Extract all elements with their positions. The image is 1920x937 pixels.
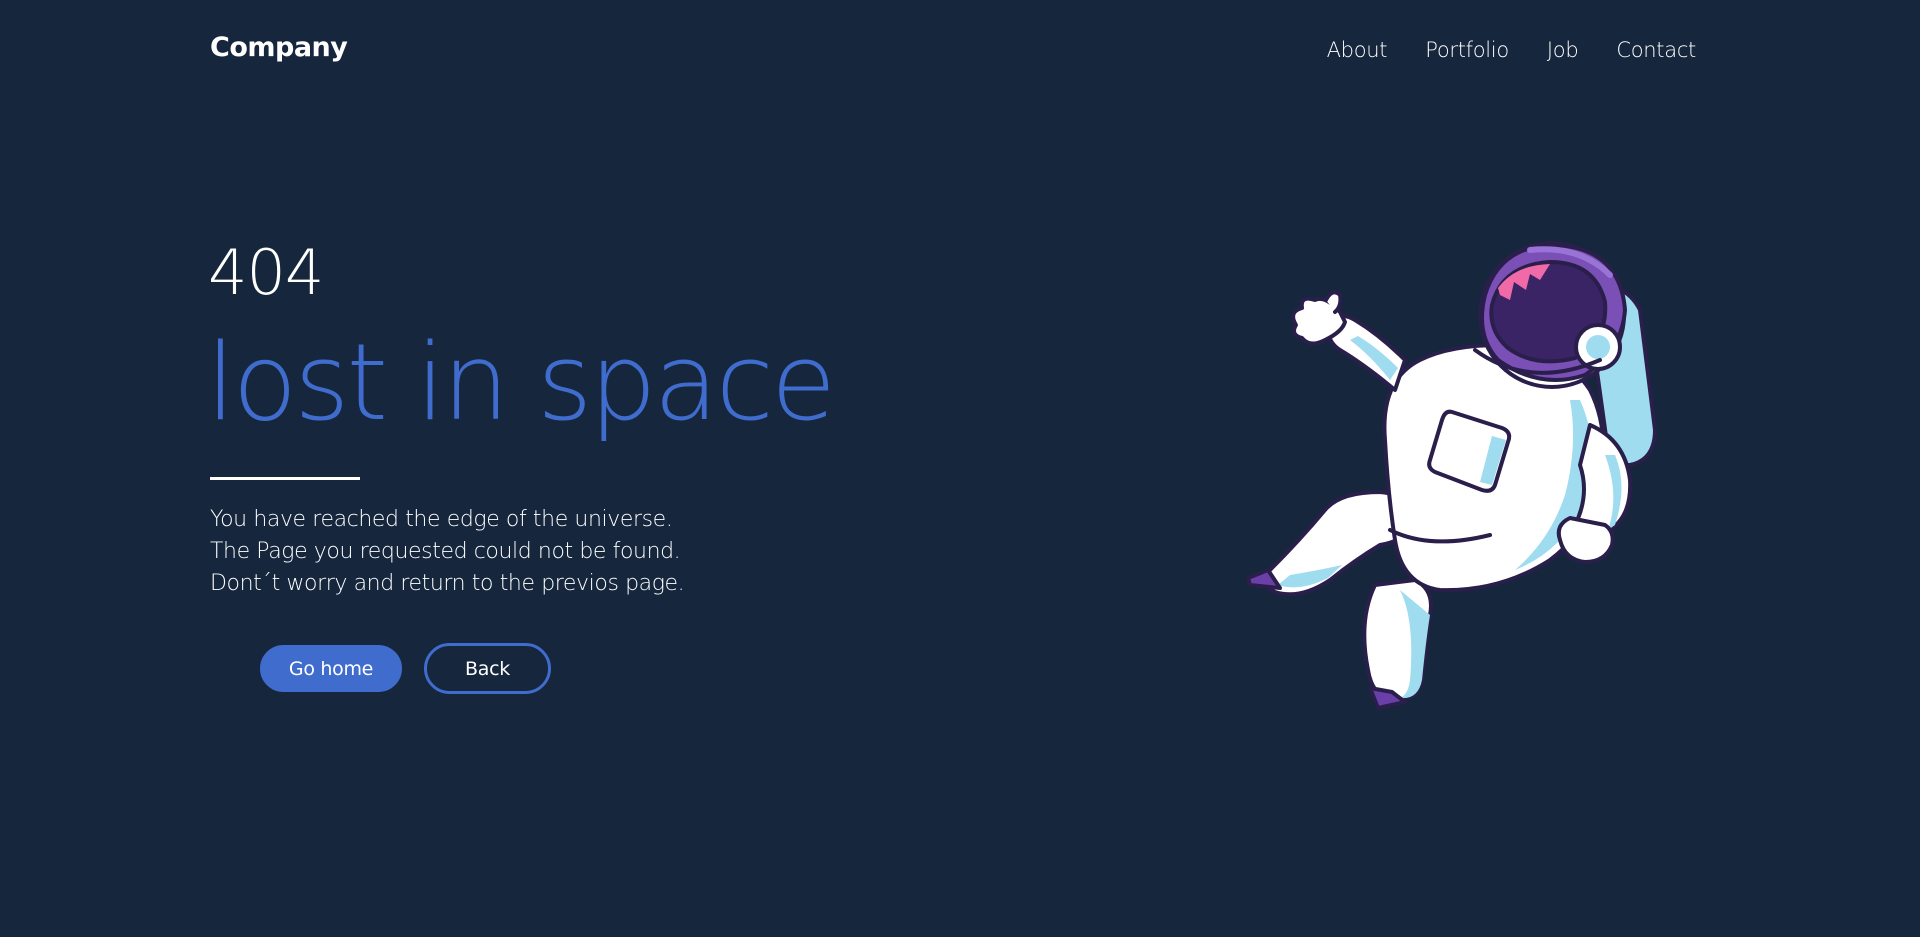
- nav-portfolio[interactable]: Portfolio: [1425, 38, 1509, 62]
- message-line: You have reached the edge of the univers…: [210, 507, 673, 532]
- astronaut-illustration: [1246, 241, 1657, 710]
- message-line: Dont´t worry and return to the previos p…: [210, 571, 685, 596]
- title-divider: [210, 477, 360, 480]
- error-message: You have reached the edge of the univers…: [210, 504, 685, 600]
- nav-job[interactable]: Job: [1547, 38, 1579, 62]
- company-logo[interactable]: Company: [210, 32, 348, 63]
- back-button[interactable]: Back: [424, 643, 551, 694]
- nav-about[interactable]: About: [1327, 38, 1388, 62]
- error-code: 404: [208, 236, 324, 309]
- top-nav: About Portfolio Job Contact: [1327, 38, 1697, 62]
- message-line: The Page you requested could not be foun…: [210, 539, 681, 564]
- error-page: Company About Portfolio Job Contact 404 …: [0, 0, 1920, 937]
- nav-contact[interactable]: Contact: [1616, 38, 1696, 62]
- page-title: lost in space: [206, 321, 836, 444]
- go-home-button[interactable]: Go home: [260, 645, 402, 692]
